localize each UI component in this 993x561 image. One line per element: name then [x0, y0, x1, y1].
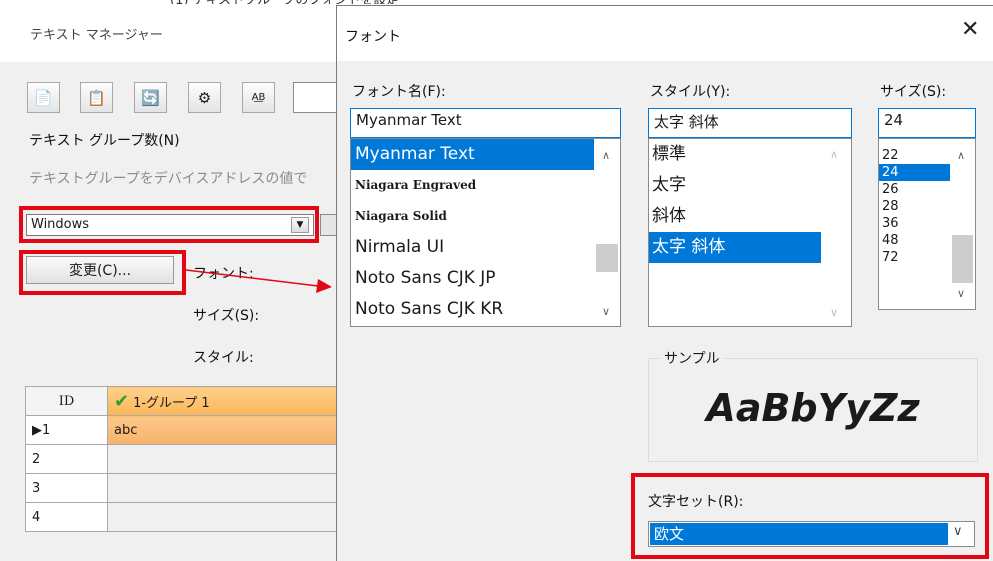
- copy-toolbar-button[interactable]: 📄: [27, 82, 60, 113]
- table-header-group[interactable]: ✔ 1-グループ 1: [107, 386, 340, 416]
- row-id: ▶1: [25, 415, 108, 445]
- font-name-item[interactable]: Noto Sans CJK JP: [351, 263, 620, 294]
- row-id: 2: [25, 444, 108, 474]
- font-name-input[interactable]: Myanmar Text: [350, 108, 621, 138]
- font-name-label: フォント名(F):: [352, 84, 446, 100]
- font-style-item[interactable]: 太字 斜体: [649, 232, 821, 263]
- highlight-frame-change: [19, 250, 186, 295]
- replace-toolbar-button[interactable]: A͟B: [242, 82, 275, 113]
- font-size-label: サイズ(S):: [880, 84, 947, 100]
- font-size-input[interactable]: 24: [878, 108, 976, 138]
- import-icon: 🔄: [141, 88, 160, 107]
- dialog-title: フォント: [345, 29, 401, 45]
- check-icon: ✔: [114, 390, 130, 412]
- table-row[interactable]: 3: [25, 473, 340, 503]
- row-id: 4: [25, 502, 108, 532]
- chevron-down-icon: ∨: [830, 306, 839, 319]
- row-id: 3: [25, 473, 108, 503]
- font-name-item[interactable]: Nirmala UI: [351, 232, 620, 263]
- font-style-label: スタイル(Y):: [650, 84, 731, 100]
- font-name-scrollbar[interactable]: ∧ ∨: [594, 139, 620, 326]
- row-value[interactable]: abc: [107, 415, 340, 445]
- group-description: テキストグループをデバイスアドレスの値で: [29, 171, 308, 187]
- font-name-list[interactable]: Myanmar Text Niagara Engraved Niagara So…: [350, 138, 621, 327]
- font-name-item[interactable]: Myanmar Text: [351, 139, 597, 170]
- scroll-thumb[interactable]: [952, 235, 973, 283]
- table-row[interactable]: 4: [25, 502, 340, 532]
- replace-ab-icon: A͟B: [251, 92, 266, 103]
- row-value[interactable]: [107, 502, 340, 532]
- row-value[interactable]: [107, 444, 340, 474]
- paste-icon: 📋: [87, 88, 106, 107]
- font-name-item[interactable]: Noto Sans CJK KR: [351, 294, 620, 325]
- chevron-down-icon[interactable]: ∨: [957, 287, 965, 300]
- scroll-thumb[interactable]: [596, 244, 618, 272]
- chevron-down-icon[interactable]: ∨: [602, 305, 610, 318]
- highlight-frame-combo: [19, 206, 319, 243]
- copy-icon: 📄: [34, 88, 53, 107]
- pointer-arrow: [186, 269, 332, 293]
- sample-label: サンプル: [660, 348, 724, 368]
- font-style-item[interactable]: 太字: [649, 170, 851, 201]
- style-label: スタイル:: [193, 350, 254, 366]
- toolbar-input[interactable]: [293, 82, 340, 113]
- font-style-item[interactable]: 標準: [649, 139, 851, 170]
- gear-icon: ⚙: [197, 88, 212, 107]
- paste-toolbar-button[interactable]: 📋: [80, 82, 113, 113]
- top-caption: (1) テキストグループのフォントを設定: [0, 0, 993, 4]
- table-row[interactable]: 2: [25, 444, 340, 474]
- group-count-label: テキスト グループ数(N): [29, 133, 180, 149]
- chevron-up-icon[interactable]: ∧: [602, 149, 610, 162]
- font-style-item[interactable]: 斜体: [649, 201, 851, 232]
- font-name-item[interactable]: Niagara Engraved: [351, 170, 620, 201]
- settings-toolbar-button[interactable]: ⚙: [188, 82, 221, 113]
- window-title: テキスト マネージャー: [30, 28, 163, 43]
- table-header-id: ID: [25, 386, 108, 416]
- row-value[interactable]: [107, 473, 340, 503]
- import-toolbar-button[interactable]: 🔄: [134, 82, 167, 113]
- font-name-item[interactable]: Niagara Solid: [351, 201, 620, 232]
- group-table: ID ✔ 1-グループ 1 ▶1 abc 2 3 4: [25, 386, 340, 561]
- font-size-scrollbar[interactable]: ∧ ∨: [950, 139, 975, 309]
- font-style-input[interactable]: 太字 斜体: [648, 108, 852, 138]
- size-label: サイズ(S):: [193, 308, 260, 324]
- sample-preview: AaBbYyZz: [706, 386, 920, 430]
- highlight-frame-charset: [631, 473, 989, 559]
- chevron-up-icon: ∧: [830, 148, 839, 161]
- chevron-up-icon[interactable]: ∧: [957, 149, 965, 162]
- font-size-item[interactable]: 24: [879, 164, 951, 181]
- table-row[interactable]: ▶1 abc: [25, 415, 340, 445]
- close-icon[interactable]: ✕: [961, 18, 979, 42]
- font-style-list[interactable]: 標準 太字 斜体 太字 斜体: [648, 138, 852, 327]
